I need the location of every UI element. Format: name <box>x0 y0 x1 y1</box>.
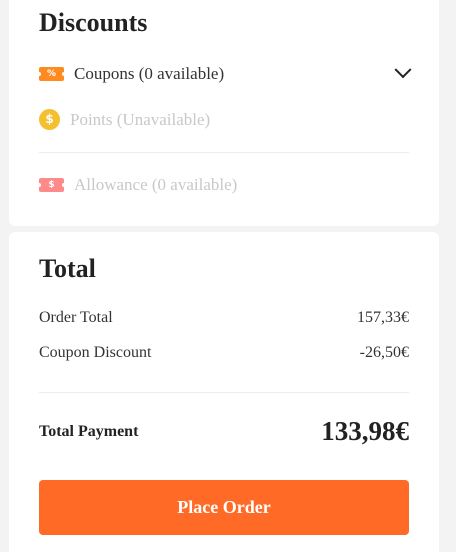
coupons-label: Coupons (0 available) <box>74 64 225 83</box>
coin-icon: $ <box>39 109 60 130</box>
total-title: Total <box>39 254 96 283</box>
coupon-icon: % <box>37 67 66 81</box>
allowance-icon: $ <box>37 178 66 192</box>
allowance-label: Allowance (0 available) <box>74 175 238 194</box>
total-divider <box>39 392 409 393</box>
order-total-value: 157,33€ <box>357 309 409 326</box>
coupon-discount-row: Coupon Discount -26,50€ <box>39 344 409 362</box>
total-card: Total Order Total 157,33€ Coupon Discoun… <box>9 232 439 552</box>
order-total-label: Order Total <box>39 309 113 326</box>
coupon-discount-value: -26,50€ <box>359 344 409 361</box>
total-payment-label: Total Payment <box>39 422 139 440</box>
coupon-discount-label: Coupon Discount <box>39 344 152 361</box>
total-payment-row: Total Payment 133,98€ <box>39 416 409 447</box>
points-label: Points (Unavailable) <box>70 109 211 129</box>
order-total-row: Order Total 157,33€ <box>39 309 409 327</box>
coupons-row[interactable]: % Coupons (0 available) <box>37 61 412 84</box>
total-payment-value: 133,98€ <box>321 416 409 446</box>
place-order-button[interactable]: Place Order <box>39 480 409 535</box>
points-row: $ Points (Unavailable) <box>39 109 409 130</box>
chevron-down-icon[interactable] <box>394 61 412 79</box>
discounts-title: Discounts <box>39 8 148 37</box>
discounts-card: Discounts % Coupons (0 available) $ Poin… <box>9 0 439 226</box>
allowance-row: $ Allowance (0 available) <box>37 175 409 195</box>
discounts-divider <box>39 152 409 153</box>
